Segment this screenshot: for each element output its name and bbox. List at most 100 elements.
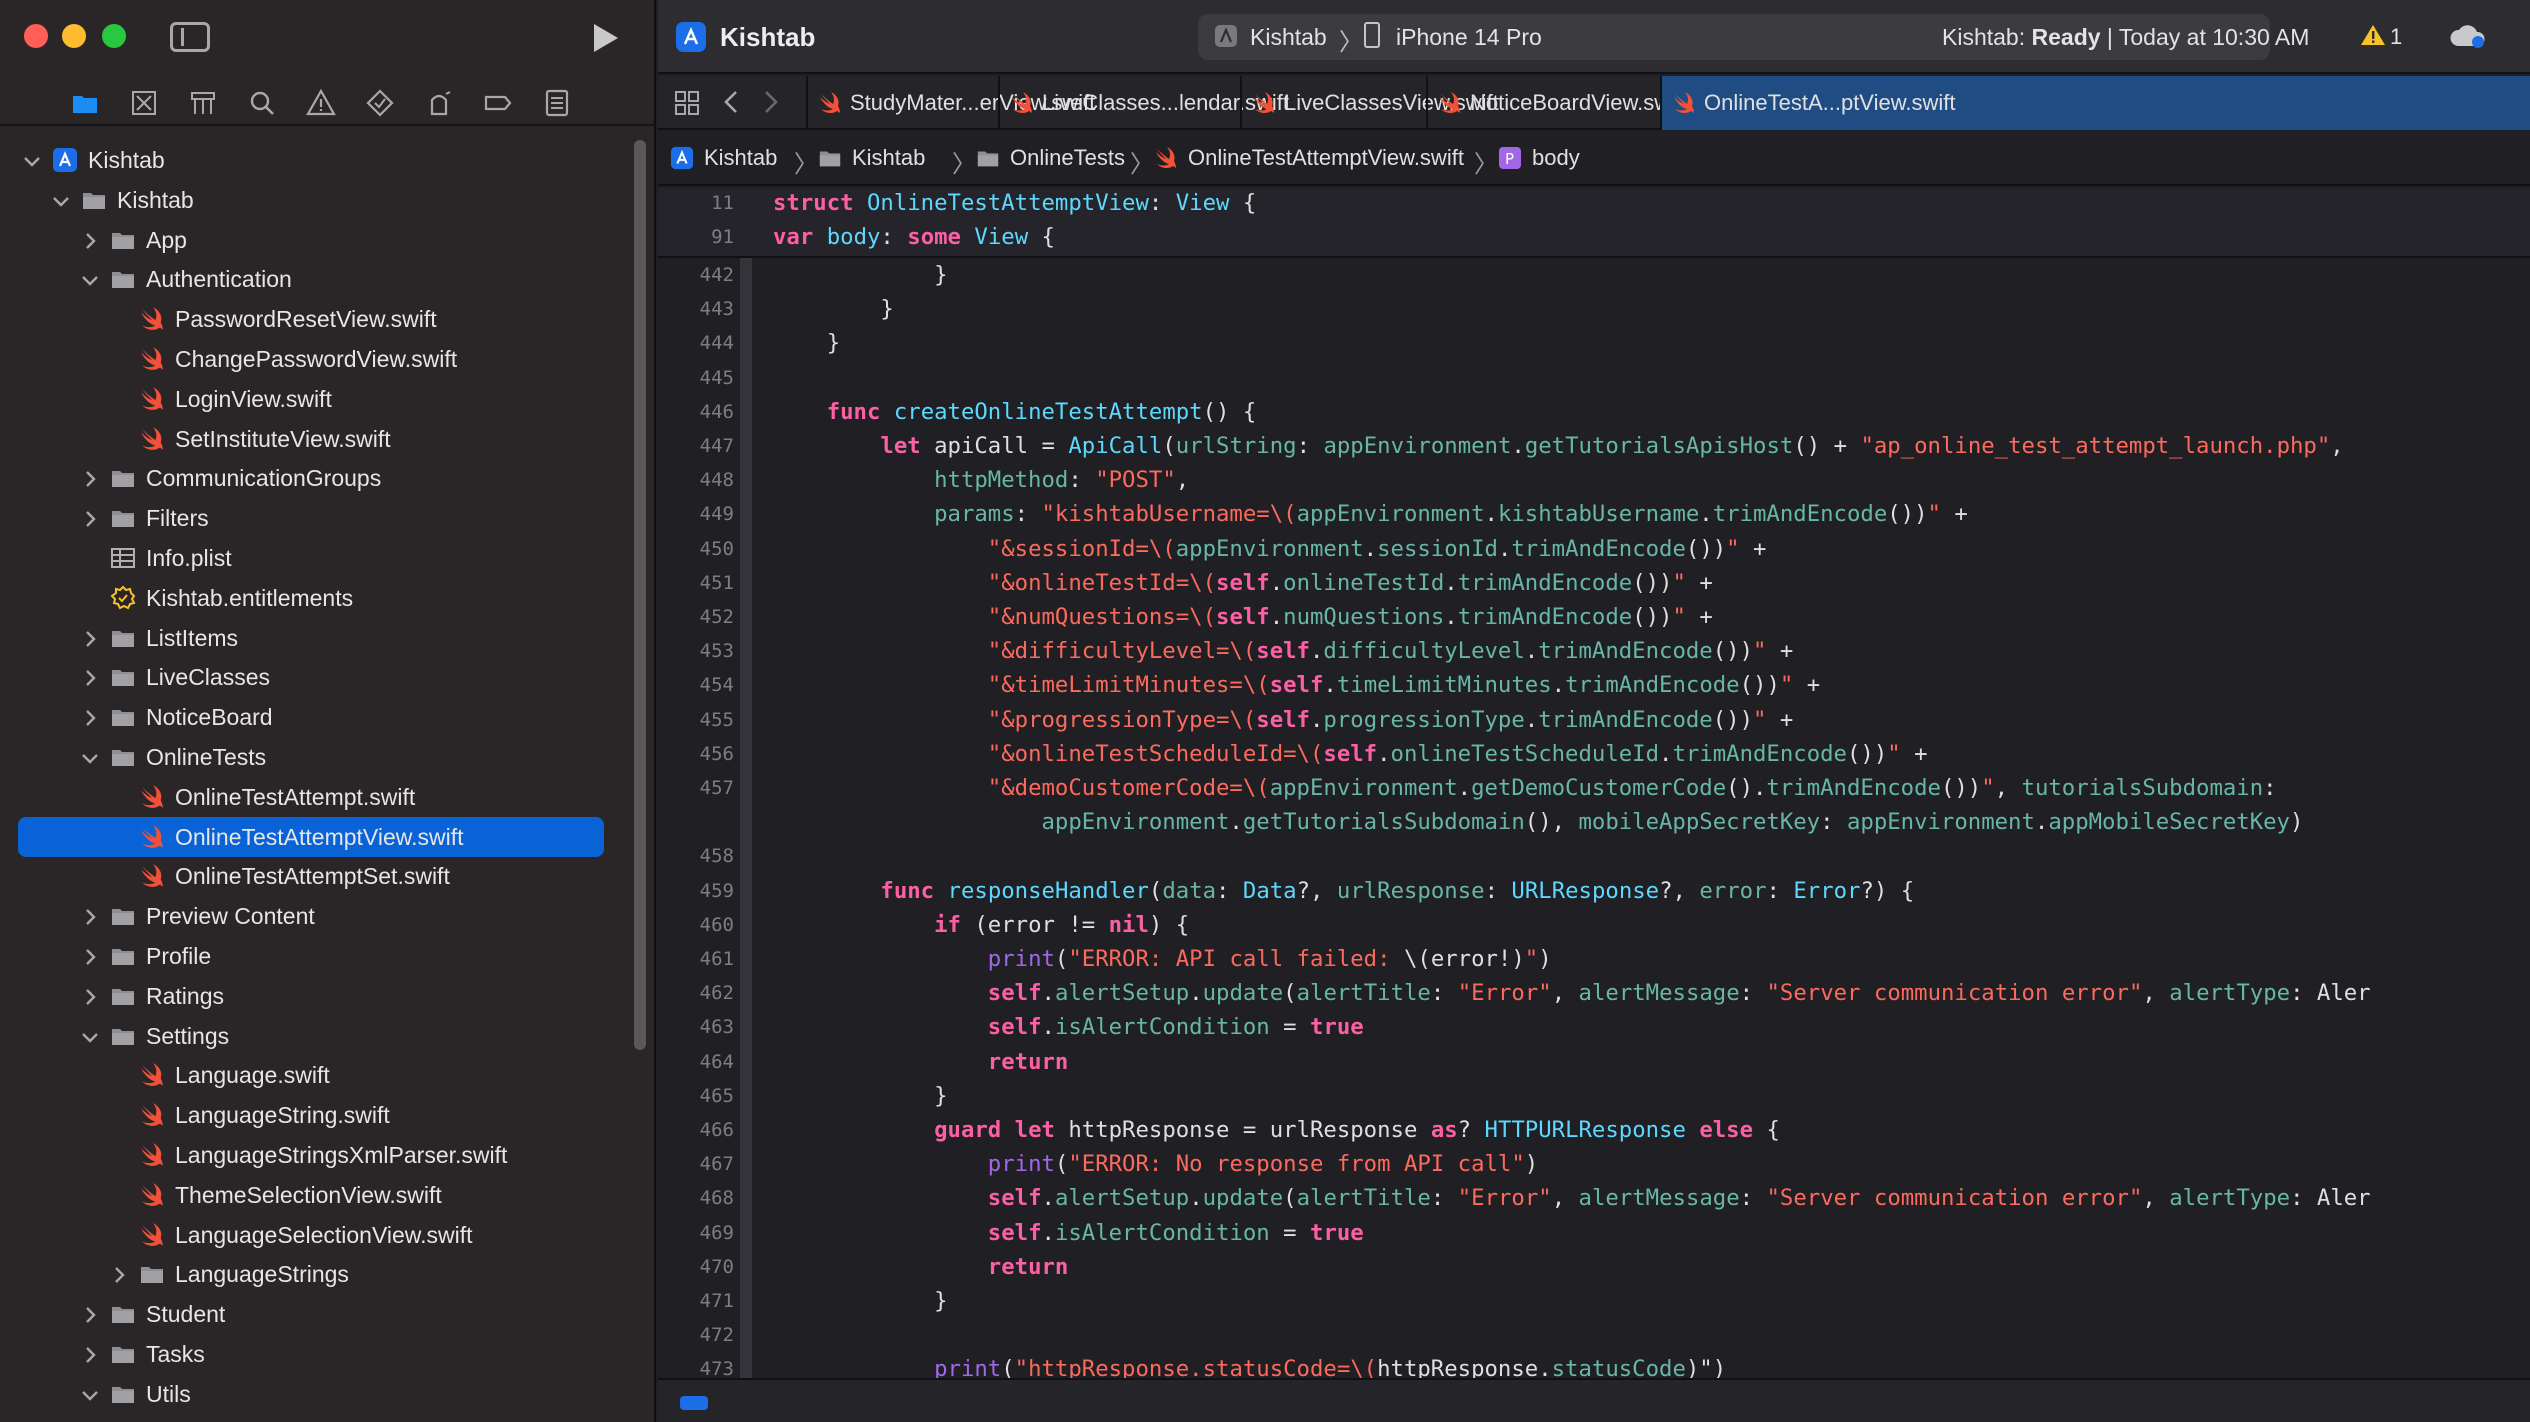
maximize-window-button[interactable] — [102, 24, 126, 48]
code-line[interactable]: 450 "&sessionId=\(appEnvironment.session… — [658, 534, 2530, 568]
tree-folder-row[interactable]: LiveClasses — [0, 657, 640, 697]
chevron-right-icon[interactable] — [80, 1304, 100, 1324]
tree-folder-row[interactable]: LanguageStrings — [0, 1254, 640, 1294]
code-line[interactable]: 443 } — [658, 294, 2530, 328]
minimize-window-button[interactable] — [62, 24, 86, 48]
play-icon[interactable] — [586, 20, 622, 56]
chevron-right-icon[interactable] — [80, 1344, 100, 1364]
code-line[interactable]: 447 let apiCall = ApiCall(urlString: app… — [658, 431, 2530, 465]
tree-file-row[interactable]: Kishtab.entitlements — [0, 578, 640, 618]
code-line[interactable]: 461 print("ERROR: API call failed: \(err… — [658, 944, 2530, 978]
code-line[interactable]: 442 } — [658, 260, 2530, 294]
editor-tab[interactable]: NoticeBoardView.swift — [1426, 76, 1687, 130]
code-line[interactable]: 462 self.alertSetup.update(alertTitle: "… — [658, 978, 2530, 1012]
tree-file-row[interactable]: OnlineTestAttempt.swift — [0, 777, 640, 817]
code-line[interactable]: 456 "&onlineTestScheduleId=\(self.online… — [658, 739, 2530, 773]
tree-folder-row[interactable]: Tasks — [0, 1334, 640, 1374]
chevron-right-icon[interactable] — [80, 468, 100, 488]
back-arrow-icon[interactable] — [720, 88, 744, 116]
tree-file-row[interactable]: ChangePasswordView.swift — [0, 339, 640, 379]
code-line[interactable]: 458 — [658, 841, 2530, 875]
tree-file-row[interactable]: OnlineTestAttemptView.swift — [18, 816, 604, 857]
sidebar-toggle-icon[interactable] — [170, 22, 210, 52]
code-line[interactable]: appEnvironment.getTutorialsSubdomain(), … — [658, 807, 2530, 841]
report-icon[interactable] — [542, 88, 572, 118]
forward-arrow-icon[interactable] — [758, 88, 782, 116]
tree-file-row[interactable]: Info.plist — [0, 538, 640, 578]
code-line[interactable]: 468 self.alertSetup.update(alertTitle: "… — [658, 1183, 2530, 1217]
source-control-icon[interactable] — [129, 88, 159, 118]
code-line[interactable]: 466 guard let httpResponse = urlResponse… — [658, 1115, 2530, 1149]
chevron-right-icon[interactable] — [80, 230, 100, 250]
chevron-right-icon[interactable] — [80, 986, 100, 1006]
breakpoint-icon[interactable] — [483, 88, 513, 118]
tree-folder-row[interactable]: ListItems — [0, 618, 640, 658]
tree-file-row[interactable]: SetInstituteView.swift — [0, 419, 640, 459]
warning-icon[interactable] — [306, 88, 336, 118]
tree-folder-row[interactable]: Student — [0, 1294, 640, 1334]
chevron-right-icon[interactable] — [80, 628, 100, 648]
code-line[interactable]: 454 "&timeLimitMinutes=\(self.timeLimitM… — [658, 670, 2530, 704]
code-line[interactable]: 445 — [658, 363, 2530, 397]
tree-file-row[interactable]: LoginView.swift — [0, 379, 640, 419]
breadcrumb-item[interactable]: Kishtab — [852, 145, 925, 171]
warning-icon[interactable] — [2360, 23, 2386, 47]
search-icon[interactable] — [247, 88, 277, 118]
code-line[interactable]: 452 "&numQuestions=\(self.numQuestions.t… — [658, 602, 2530, 636]
code-line[interactable]: 459 func responseHandler(data: Data?, ur… — [658, 876, 2530, 910]
code-line[interactable]: 470 return — [658, 1252, 2530, 1286]
code-line[interactable]: 448 httpMethod: "POST", — [658, 465, 2530, 499]
debug-icon[interactable] — [424, 88, 454, 118]
breadcrumb-item[interactable]: body — [1532, 145, 1580, 171]
tree-folder-row[interactable]: Preview Content — [0, 896, 640, 936]
editor-tab[interactable]: StudyMater...erView.swift — [806, 76, 1095, 130]
editor-tab[interactable]: OnlineTestA...ptView.swift — [1660, 76, 2530, 130]
tree-folder-row[interactable]: Kishtab — [0, 180, 640, 220]
tree-folder-row[interactable]: App — [0, 220, 640, 260]
code-line[interactable]: 449 params: "kishtabUsername=\(appEnviro… — [658, 499, 2530, 533]
chevron-right-icon[interactable] — [80, 906, 100, 926]
code-line[interactable]: 460 if (error != nil) { — [658, 910, 2530, 944]
tree-folder-row[interactable]: Authentication — [0, 259, 640, 299]
cloud-icon[interactable] — [2448, 22, 2488, 50]
code-line[interactable]: 455 "&progressionType=\(self.progression… — [658, 705, 2530, 739]
test-icon[interactable] — [365, 88, 395, 118]
tree-file-row[interactable]: Language.swift — [0, 1055, 640, 1095]
chevron-right-icon[interactable] — [80, 707, 100, 727]
chevron-right-icon[interactable] — [109, 1264, 129, 1284]
folder-icon[interactable] — [70, 88, 100, 118]
tree-folder-row[interactable]: NoticeBoard — [0, 697, 640, 737]
related-items-icon[interactable] — [674, 90, 700, 116]
chevron-down-icon[interactable] — [80, 1026, 100, 1046]
tree-file-row[interactable]: ThemeSelectionView.swift — [0, 1175, 640, 1215]
code-line[interactable]: 446 func createOnlineTestAttempt() { — [658, 397, 2530, 431]
chevron-right-icon[interactable] — [80, 946, 100, 966]
close-window-button[interactable] — [24, 24, 48, 48]
tree-folder-row[interactable]: Settings — [0, 1016, 640, 1056]
code-line[interactable]: 469 self.isAlertCondition = true — [658, 1218, 2530, 1252]
tree-file-row[interactable]: PasswordResetView.swift — [0, 299, 640, 339]
code-line[interactable]: 453 "&difficultyLevel=\(self.difficultyL… — [658, 636, 2530, 670]
chevron-down-icon[interactable] — [80, 1384, 100, 1404]
breadcrumb-item[interactable]: Kishtab — [704, 145, 777, 171]
code-line[interactable]: 465 } — [658, 1081, 2530, 1115]
code-line[interactable]: 472 — [658, 1320, 2530, 1354]
editor-tab[interactable]: LiveClasses...lendar.swift — [998, 76, 1289, 130]
code-line[interactable]: 451 "&onlineTestId=\(self.onlineTestId.t… — [658, 568, 2530, 602]
tree-file-row[interactable]: OnlineTestAttemptSet.swift — [0, 856, 640, 896]
navigator-scrollbar[interactable] — [634, 140, 646, 1050]
code-editor[interactable]: 11 struct OnlineTestAttemptView: View {91… — [658, 188, 2530, 1382]
code-line[interactable]: 467 print("ERROR: No response from API c… — [658, 1149, 2530, 1183]
chevron-down-icon[interactable] — [80, 747, 100, 767]
chevron-down-icon[interactable] — [51, 190, 71, 210]
chevron-right-icon[interactable] — [80, 508, 100, 528]
tree-folder-row[interactable]: Profile — [0, 936, 640, 976]
tree-folder-row[interactable]: OnlineTests — [0, 737, 640, 777]
tree-folder-row[interactable]: Ratings — [0, 976, 640, 1016]
code-line[interactable]: 471 } — [658, 1286, 2530, 1320]
sticky-scope-line[interactable]: 91 var body: some View { — [658, 222, 2530, 256]
code-line[interactable]: 444 } — [658, 328, 2530, 362]
tree-folder-row[interactable]: CommunicationGroups — [0, 458, 640, 498]
tree-file-row[interactable]: LanguageString.swift — [0, 1095, 640, 1135]
tree-file-row[interactable]: LanguageStringsXmlParser.swift — [0, 1135, 640, 1175]
